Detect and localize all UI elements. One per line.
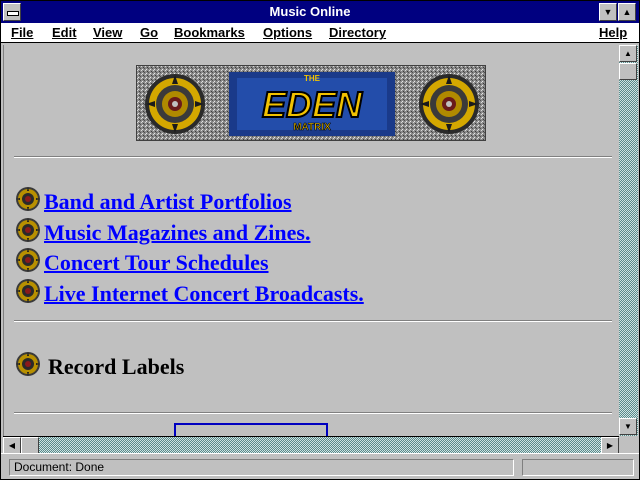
status-text: Document: Done	[9, 459, 514, 476]
menu-bookmarks[interactable]: Bookmarks	[174, 25, 245, 40]
gear-medallion-icon	[16, 248, 40, 272]
banner-matrix-text: MATRIX	[293, 122, 331, 133]
divider	[14, 412, 612, 414]
minimize-button[interactable]: ▼	[599, 3, 617, 21]
record-labels-heading: Record Labels	[48, 354, 185, 379]
eden-matrix-banner: THE EDEN MATRIX	[136, 65, 486, 141]
divider	[14, 320, 612, 322]
scroll-left-button[interactable]: ◀	[3, 437, 21, 454]
gear-medallion-icon	[16, 218, 40, 242]
gear-medallion-icon	[16, 352, 40, 376]
menu-help[interactable]: Help	[599, 25, 627, 40]
gear-medallion-icon	[16, 279, 40, 303]
window-title: Music Online	[269, 4, 351, 19]
partial-bordered-image[interactable]	[174, 423, 328, 436]
document-view[interactable]: THE EDEN MATRIX Band and Artist Portfoli…	[3, 45, 619, 436]
vertical-scroll-track[interactable]	[619, 45, 638, 436]
menu-directory[interactable]: Directory	[329, 25, 386, 40]
browser-window: Music Online ▼ ▲ File Edit View Go Bookm…	[0, 0, 640, 480]
gear-medallion-icon	[16, 187, 40, 211]
link-band-artist-portfolios[interactable]: Band and Artist Portfolios	[44, 189, 292, 215]
scroll-down-button[interactable]: ▼	[619, 418, 637, 435]
divider	[14, 156, 612, 158]
scroll-right-button[interactable]: ▶	[601, 437, 619, 454]
banner-eden-text: EDEN	[262, 84, 363, 125]
link-concert-tour-schedules[interactable]: Concert Tour Schedules	[44, 250, 269, 276]
horizontal-scrollbar[interactable]: ◀ ▶	[3, 436, 619, 454]
right-medallion-icon	[419, 74, 479, 134]
menu-go[interactable]: Go	[140, 25, 158, 40]
banner-the-text: THE	[304, 74, 321, 83]
status-bar: Document: Done	[1, 453, 639, 479]
scrollbar-corner	[619, 436, 638, 453]
link-live-concert-broadcasts[interactable]: Live Internet Concert Broadcasts.	[44, 281, 364, 307]
banner-graphic: THE EDEN MATRIX	[137, 66, 485, 140]
maximize-button[interactable]: ▲	[618, 3, 636, 21]
menu-options[interactable]: Options	[263, 25, 312, 40]
menu-edit[interactable]: Edit	[52, 25, 77, 40]
title-bar[interactable]: Music Online ▼ ▲	[1, 1, 639, 23]
left-medallion-icon	[145, 74, 205, 134]
menu-file[interactable]: File	[11, 25, 33, 40]
link-music-magazines[interactable]: Music Magazines and Zines.	[44, 220, 310, 246]
system-menu-icon[interactable]	[3, 3, 21, 21]
menu-view[interactable]: View	[93, 25, 122, 40]
menu-bar: File Edit View Go Bookmarks Options Dire…	[1, 23, 639, 43]
vertical-scroll-thumb[interactable]	[619, 63, 637, 80]
vertical-scrollbar[interactable]: ▲ ▼	[619, 45, 638, 436]
status-progress-indicator	[522, 459, 634, 476]
horizontal-scroll-thumb[interactable]	[21, 437, 39, 454]
scroll-up-button[interactable]: ▲	[619, 45, 637, 62]
